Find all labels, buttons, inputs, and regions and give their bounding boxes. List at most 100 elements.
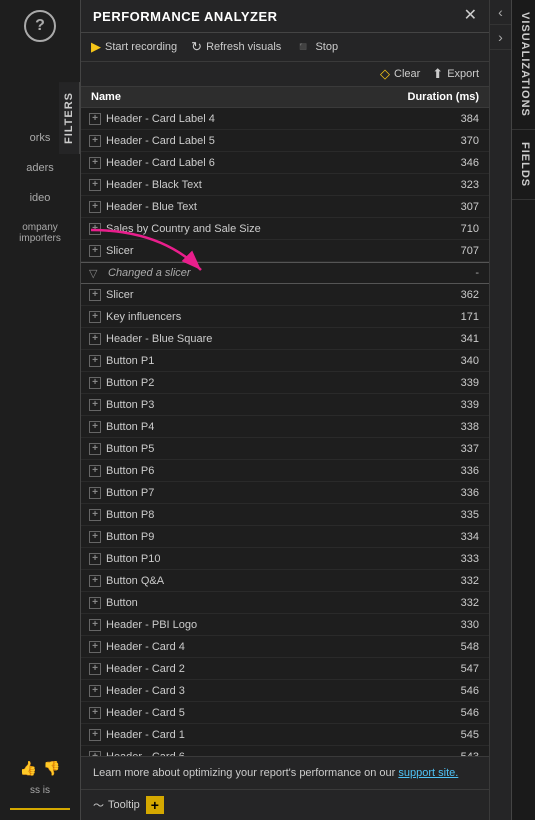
support-site-link[interactable]: support site. bbox=[398, 767, 458, 779]
expand-icon[interactable]: + bbox=[89, 245, 101, 257]
status-text: ss is bbox=[26, 785, 54, 796]
table-row: +Button P4 338 bbox=[81, 416, 489, 438]
row-duration: 330 bbox=[429, 619, 479, 631]
panel-title: PERFORMANCE ANALYZER bbox=[93, 9, 278, 24]
expand-icon[interactable]: + bbox=[89, 641, 101, 653]
play-icon: ▶ bbox=[91, 39, 101, 55]
bottom-text: Learn more about optimizing your report'… bbox=[93, 767, 395, 779]
row-name: Button P10 bbox=[106, 553, 160, 565]
expand-icon[interactable]: + bbox=[89, 597, 101, 609]
table-row: +Header - Card 6 543 bbox=[81, 746, 489, 756]
bottom-info-bar: Learn more about optimizing your report'… bbox=[81, 756, 489, 790]
table-content-wrapper: + Header - Card Label 4 384 +Header - Ca… bbox=[81, 108, 489, 756]
sidebar-nav-aders[interactable]: aders bbox=[10, 162, 70, 174]
expand-icon[interactable]: + bbox=[89, 707, 101, 719]
expand-icon[interactable]: + bbox=[89, 179, 101, 191]
expand-icon[interactable]: + bbox=[89, 399, 101, 411]
start-recording-button[interactable]: ▶ Start recording bbox=[91, 39, 177, 55]
row-name: Slicer bbox=[106, 245, 134, 257]
table-row: +Slicer 362 bbox=[81, 284, 489, 306]
add-button[interactable]: + bbox=[146, 796, 164, 814]
toolbar: ▶ Start recording ↻ Refresh visuals ◾ St… bbox=[81, 33, 489, 62]
tooltip-bar: 〜 Tooltip + bbox=[81, 789, 489, 820]
expand-icon[interactable]: + bbox=[89, 443, 101, 455]
row-name: Key influencers bbox=[106, 311, 181, 323]
expand-icon[interactable]: + bbox=[89, 509, 101, 521]
expand-icon[interactable]: + bbox=[89, 531, 101, 543]
row-name: Button P7 bbox=[106, 487, 154, 499]
tooltip-button[interactable]: 〜 Tooltip bbox=[93, 797, 140, 813]
table-row-changed-slicer: ▽ Changed a slicer - bbox=[81, 262, 489, 284]
row-duration: 339 bbox=[429, 377, 479, 389]
expand-icon[interactable]: + bbox=[89, 157, 101, 169]
row-duration: 339 bbox=[429, 399, 479, 411]
row-duration: 335 bbox=[429, 509, 479, 521]
table-row: + Header - Card 1 545 bbox=[81, 724, 489, 746]
tooltip-wave-icon: 〜 bbox=[93, 797, 104, 813]
expand-icon[interactable]: + bbox=[89, 223, 101, 235]
filters-tab[interactable]: FILTERS bbox=[59, 82, 80, 154]
row-duration: 338 bbox=[429, 421, 479, 433]
right-tabs: VISUALIZATIONS FIELDS bbox=[511, 0, 535, 820]
row-duration: 710 bbox=[429, 223, 479, 235]
expand-icon[interactable]: + bbox=[89, 465, 101, 477]
table-body[interactable]: + Header - Card Label 4 384 +Header - Ca… bbox=[81, 108, 489, 756]
sidebar-bottom: 👍 👎 ss is bbox=[0, 760, 80, 810]
row-duration: 346 bbox=[429, 157, 479, 169]
help-icon: ? bbox=[35, 17, 45, 35]
expand-icon[interactable]: + bbox=[89, 487, 101, 499]
expand-icon[interactable]: + bbox=[89, 201, 101, 213]
nav-right-arrow[interactable]: › bbox=[490, 25, 511, 50]
expand-icon[interactable]: + bbox=[89, 311, 101, 323]
tab-visualizations[interactable]: VISUALIZATIONS bbox=[512, 0, 535, 130]
tab-fields[interactable]: FIELDS bbox=[512, 130, 535, 200]
close-button[interactable]: ✕ bbox=[464, 8, 477, 24]
table-row: +Button P10 333 bbox=[81, 548, 489, 570]
row-duration: 340 bbox=[429, 355, 479, 367]
refresh-visuals-button[interactable]: ↻ Refresh visuals bbox=[191, 39, 281, 55]
expand-icon[interactable]: + bbox=[89, 663, 101, 675]
row-duration: 545 bbox=[429, 729, 479, 741]
nav-left-arrow[interactable]: ‹ bbox=[490, 0, 511, 25]
table-header: Name Duration (ms) bbox=[81, 87, 489, 108]
export-button[interactable]: ⬆ Export bbox=[432, 66, 479, 82]
table-row: +Header - Black Text 323 bbox=[81, 174, 489, 196]
expand-icon[interactable]: + bbox=[89, 135, 101, 147]
expand-icon[interactable]: + bbox=[89, 113, 101, 125]
help-button[interactable]: ? bbox=[24, 10, 56, 42]
table-row: +Button P1 340 bbox=[81, 350, 489, 372]
clear-label: Clear bbox=[394, 68, 420, 80]
row-duration: 337 bbox=[429, 443, 479, 455]
expand-icon[interactable]: + bbox=[89, 355, 101, 367]
expand-icon[interactable]: + bbox=[89, 553, 101, 565]
expand-icon[interactable]: + bbox=[89, 619, 101, 631]
table-row: +Button 332 bbox=[81, 592, 489, 614]
expand-icon[interactable]: + bbox=[89, 421, 101, 433]
row-name: Header - Card 5 bbox=[106, 707, 185, 719]
col-header-name: Name bbox=[91, 91, 121, 103]
filter-funnel-icon: ▽ bbox=[89, 267, 103, 280]
row-name: Header - Card 2 bbox=[106, 663, 185, 675]
table-row: + Header - Card Label 4 384 bbox=[81, 108, 489, 130]
sidebar-nav-importers[interactable]: ompany importers bbox=[10, 222, 70, 244]
row-duration: 546 bbox=[429, 685, 479, 697]
row-name: Button P3 bbox=[106, 399, 154, 411]
col-header-duration: Duration (ms) bbox=[408, 91, 480, 103]
thumbs-down-icon[interactable]: 👎 bbox=[43, 760, 60, 777]
expand-icon[interactable]: + bbox=[89, 575, 101, 587]
expand-icon[interactable]: + bbox=[89, 377, 101, 389]
clear-button[interactable]: ◇ Clear bbox=[380, 66, 420, 82]
expand-icon[interactable]: + bbox=[89, 751, 101, 756]
stop-button[interactable]: ◾ Stop bbox=[295, 39, 338, 55]
expand-icon[interactable]: + bbox=[89, 289, 101, 301]
expand-icon[interactable]: + bbox=[89, 333, 101, 345]
table-row: +Button P9 334 bbox=[81, 526, 489, 548]
table-row: + Button P3 339 bbox=[81, 394, 489, 416]
row-name: Header - Card 1 bbox=[106, 729, 185, 741]
expand-icon[interactable]: + bbox=[89, 729, 101, 741]
table-row: +Header - Card 4 548 bbox=[81, 636, 489, 658]
expand-icon[interactable]: + bbox=[89, 685, 101, 697]
thumbs-up-icon[interactable]: 👍 bbox=[20, 760, 37, 777]
row-name: Header - Blue Square bbox=[106, 333, 212, 345]
sidebar-nav-ideo[interactable]: ideo bbox=[10, 192, 70, 204]
